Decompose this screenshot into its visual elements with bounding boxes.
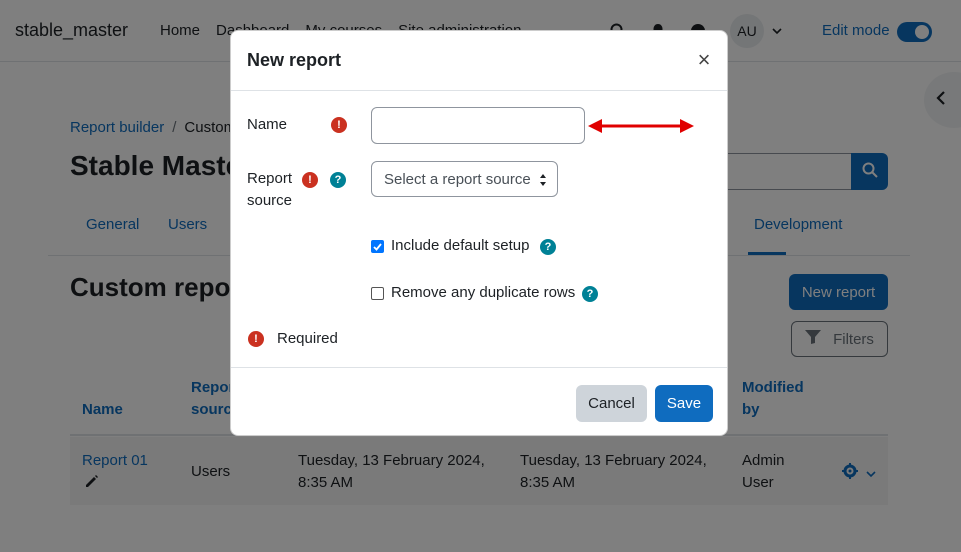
modal-header: New report × xyxy=(231,31,727,91)
help-icon[interactable]: ? xyxy=(540,239,556,255)
name-input[interactable] xyxy=(371,107,585,144)
name-label: Name xyxy=(247,116,288,133)
close-icon[interactable]: × xyxy=(693,47,715,72)
new-report-dialog: New report × Name ! Report source ! ? Se… xyxy=(230,30,728,436)
required-icon[interactable]: ! xyxy=(302,172,318,188)
required-icon: ! xyxy=(248,331,264,347)
cancel-button[interactable]: Cancel xyxy=(576,385,647,422)
help-icon[interactable]: ? xyxy=(582,286,598,302)
remove-duplicates-label[interactable]: Remove any duplicate rows xyxy=(391,283,575,303)
report-source-selected-value: Select a report source xyxy=(384,170,531,188)
modal-footer: Cancel Save xyxy=(231,367,727,437)
select-arrows-icon xyxy=(540,174,546,186)
report-source-select[interactable]: Select a report source xyxy=(371,161,558,197)
include-default-setup-label[interactable]: Include default setup xyxy=(391,236,529,256)
include-default-setup-checkbox[interactable] xyxy=(371,240,384,253)
help-icon[interactable]: ? xyxy=(330,172,346,188)
required-icon[interactable]: ! xyxy=(331,117,347,133)
required-legend: Required xyxy=(277,330,338,347)
modal-title: New report xyxy=(247,50,342,70)
checkmark-icon xyxy=(373,242,382,251)
report-source-label: Report source xyxy=(247,170,293,209)
save-button[interactable]: Save xyxy=(655,385,713,422)
double-arrow-icon xyxy=(588,119,694,133)
remove-duplicates-checkbox[interactable] xyxy=(371,287,384,300)
